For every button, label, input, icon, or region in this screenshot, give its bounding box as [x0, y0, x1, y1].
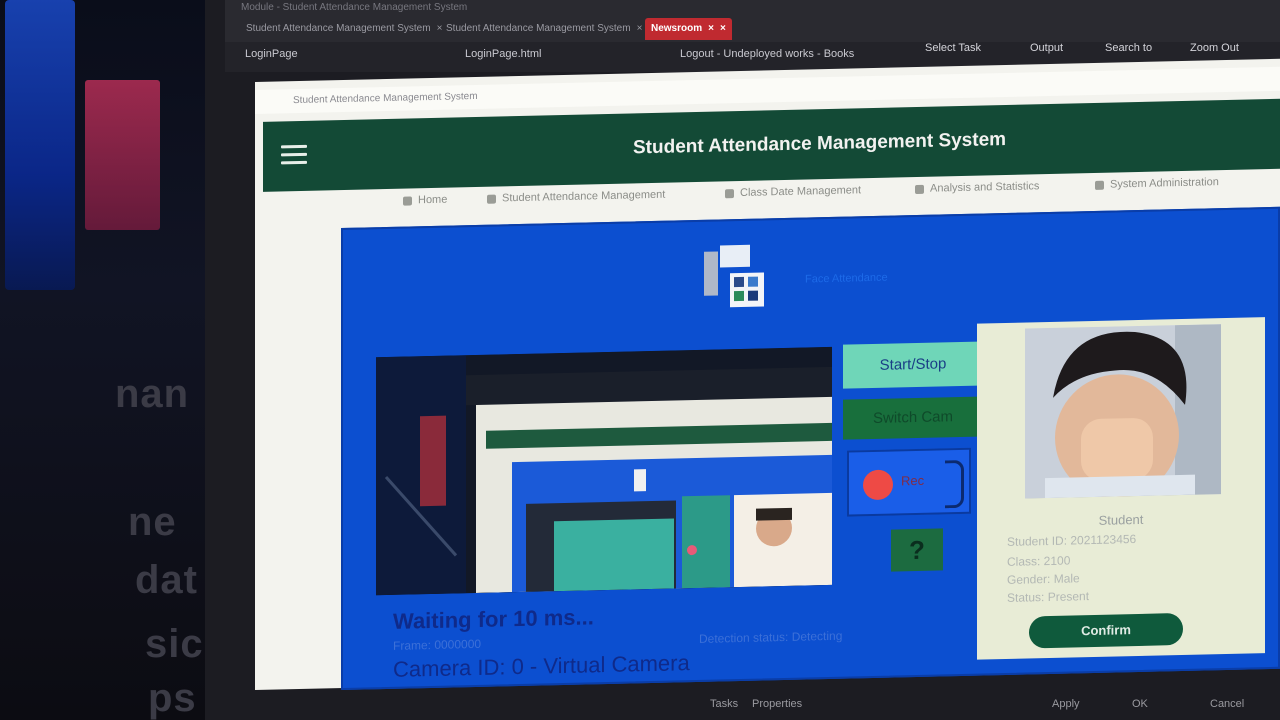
help-button[interactable]: ?: [891, 528, 943, 572]
student-name: Student: [1098, 511, 1144, 528]
browser-tab-strip: Module - Student Attendance Management S…: [225, 0, 1280, 42]
detection-status: Detection status: Detecting: [699, 628, 843, 646]
nav-item-attendance[interactable]: Student Attendance Management: [487, 189, 665, 205]
tool-select-task[interactable]: Select Task: [925, 42, 981, 54]
background-text: ne: [128, 500, 177, 544]
background-text: dat: [135, 558, 198, 602]
nav-item-class-date[interactable]: Class Date Management: [725, 184, 861, 199]
user-icon: [487, 194, 496, 204]
bookmark-item[interactable]: Logout - Undeployed works - Books: [680, 48, 854, 60]
record-control[interactable]: Rec: [847, 447, 971, 517]
taskbar-item[interactable]: Cancel: [1210, 698, 1244, 710]
attendance-panel: Face Attendance Start/Stop Switch Cam Re…: [341, 206, 1280, 691]
student-status: Status: Present: [1007, 589, 1090, 605]
taskbar-item[interactable]: Apply: [1052, 698, 1080, 710]
logo-label: Face Attendance: [805, 271, 888, 286]
switch-camera-button[interactable]: Switch Cam: [843, 396, 983, 440]
student-id: Student ID: 2021123456: [1007, 532, 1137, 549]
close-icon[interactable]: ×: [708, 23, 714, 34]
browser-tab[interactable]: Student Attendance Management System ×: [240, 18, 448, 40]
camera-feed-image: [376, 346, 832, 596]
tool-zoom-out[interactable]: Zoom Out: [1190, 42, 1239, 54]
record-label: Rec: [901, 472, 925, 489]
background-text: nan: [115, 372, 190, 416]
camera-preview: [376, 346, 832, 596]
background-text: ps: [148, 676, 197, 720]
shield-icon: [1095, 180, 1104, 190]
chart-icon: [915, 184, 924, 194]
waiting-status: Waiting for 10 ms...: [393, 604, 594, 634]
tool-search[interactable]: Search to: [1105, 42, 1152, 54]
browser-tab[interactable]: Student Attendance Management System ×: [440, 18, 648, 40]
pink-light-block: [85, 80, 160, 230]
nav-item-admin[interactable]: System Administration: [1095, 176, 1219, 191]
home-icon: [403, 196, 412, 206]
student-gender: Gender: Male: [1007, 571, 1080, 587]
app-title: Student Attendance Management System: [633, 128, 1007, 159]
student-face-image: [1025, 324, 1221, 499]
blue-light-strip: [5, 0, 75, 290]
browser-tab-active[interactable]: Newsroom × ×: [645, 18, 732, 40]
close-icon[interactable]: ×: [720, 23, 726, 34]
camera-id-status: Camera ID: 0 - Virtual Camera: [393, 650, 690, 682]
student-class: Class: 2100: [1007, 553, 1071, 569]
confirm-button[interactable]: Confirm: [1029, 612, 1183, 649]
background-text: sic: [145, 622, 204, 666]
window-title: Module - Student Attendance Management S…: [241, 2, 468, 13]
taskbar-item[interactable]: OK: [1132, 698, 1148, 710]
nav-item-home[interactable]: Home: [403, 194, 447, 207]
bookmark-item[interactable]: LoginPage.html: [465, 48, 541, 60]
face-attendance-logo-icon: [704, 244, 764, 308]
taskbar-item[interactable]: Properties: [752, 698, 802, 710]
bracket-icon: [945, 459, 964, 509]
background-environment: nan ne dat sic ps: [0, 0, 230, 720]
hamburger-menu-icon[interactable]: [281, 144, 307, 166]
page-viewport: Student Attendance Management System Stu…: [255, 58, 1280, 691]
bookmark-item[interactable]: LoginPage: [245, 48, 298, 60]
close-icon[interactable]: ×: [637, 23, 643, 34]
student-photo: [1025, 324, 1221, 499]
record-icon[interactable]: [863, 469, 893, 501]
taskbar-item[interactable]: Tasks: [710, 698, 738, 710]
nav-item-analysis[interactable]: Analysis and Statistics: [915, 180, 1039, 195]
student-card: Student Student ID: 2021123456 Class: 21…: [977, 317, 1265, 660]
tool-output[interactable]: Output: [1030, 42, 1063, 54]
calendar-icon: [725, 188, 734, 198]
bottom-taskbar: Tasks Properties Apply OK Cancel: [640, 692, 1280, 720]
start-stop-button[interactable]: Start/Stop: [843, 341, 983, 389]
frame-status: Frame: 0000000: [393, 636, 482, 653]
